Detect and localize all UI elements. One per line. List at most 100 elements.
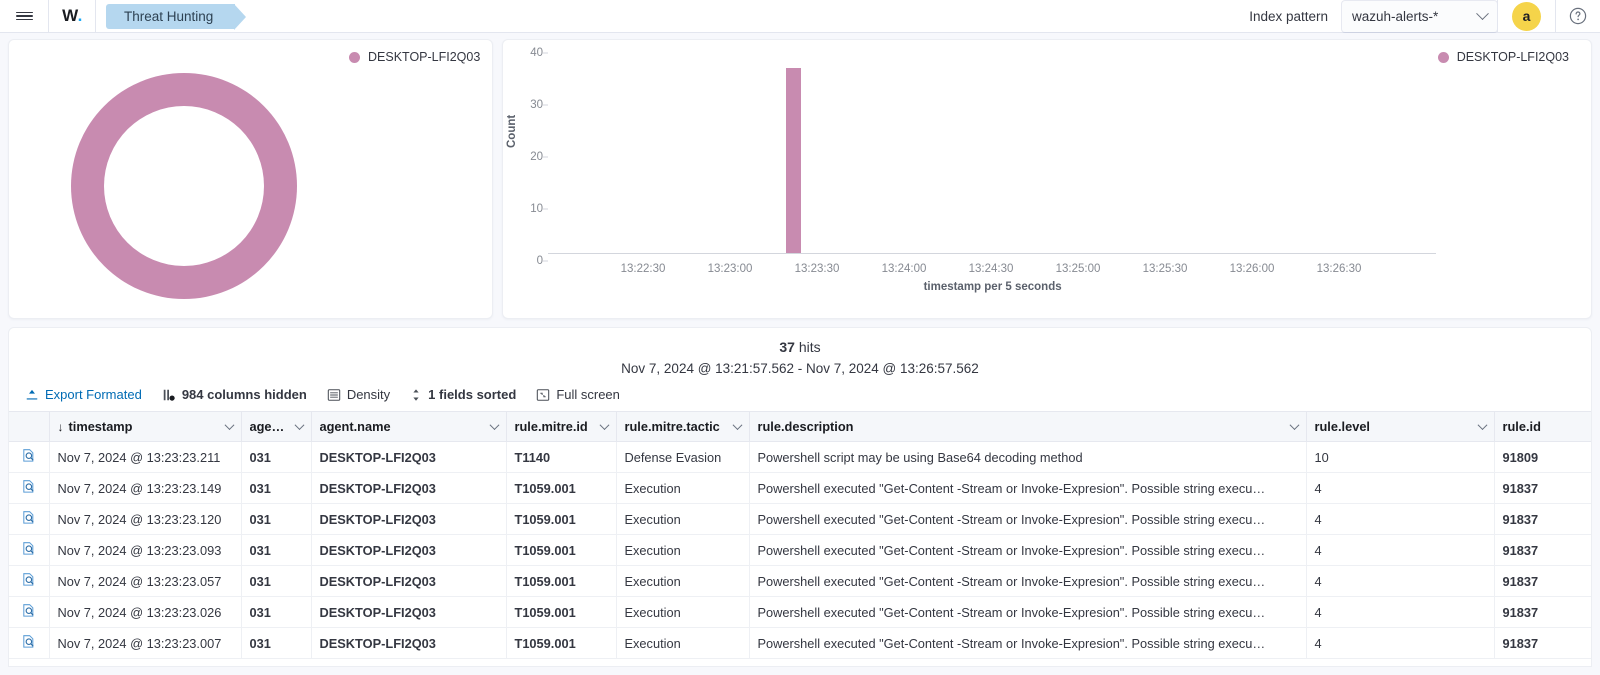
cell-agent-id[interactable]: 031 xyxy=(241,442,311,473)
inspect-document-icon[interactable] xyxy=(21,541,36,556)
cell-rule-mitre-tactic: Execution xyxy=(616,597,749,628)
cell-agent-name[interactable]: DESKTOP-LFI2Q03 xyxy=(311,504,506,535)
nav-right-group: Index pattern wazuh-alerts-* a xyxy=(1235,0,1600,32)
cell-timestamp: Nov 7, 2024 @ 13:23:23.120 xyxy=(49,504,241,535)
column-header-agent-id[interactable]: age… xyxy=(241,412,311,442)
columns-hidden-button[interactable]: 984 columns hidden xyxy=(162,387,307,402)
cell-rule-mitre-id[interactable]: T1059.001 xyxy=(506,535,616,566)
x-axis-title: timestamp per 5 seconds xyxy=(924,281,1062,293)
export-formated-button[interactable]: Export Formated xyxy=(25,387,142,402)
cell-rule-id[interactable]: 91837 xyxy=(1494,504,1592,535)
help-circle-icon[interactable] xyxy=(1556,0,1600,32)
cell-rule-mitre-id[interactable]: T1059.001 xyxy=(506,473,616,504)
cell-rule-mitre-id[interactable]: T1140 xyxy=(506,442,616,473)
cell-agent-id[interactable]: 031 xyxy=(241,597,311,628)
table-row[interactable]: Nov 7, 2024 @ 13:23:23.093031DESKTOP-LFI… xyxy=(9,535,1592,566)
full-screen-button[interactable]: Full screen xyxy=(536,387,620,402)
expand-row-cell[interactable] xyxy=(9,473,49,504)
cell-rule-mitre-id[interactable]: T1059.001 xyxy=(506,566,616,597)
index-pattern-value: wazuh-alerts-* xyxy=(1352,9,1438,24)
histogram-plot-area xyxy=(548,53,1436,254)
donut-chart[interactable] xyxy=(71,73,297,299)
expand-row-cell[interactable] xyxy=(9,628,49,659)
columns-hidden-label: 984 columns hidden xyxy=(182,387,307,402)
cell-agent-id[interactable]: 031 xyxy=(241,473,311,504)
histogram-bar[interactable] xyxy=(786,68,801,253)
chevron-down-icon[interactable] xyxy=(732,420,742,430)
index-pattern-select[interactable]: wazuh-alerts-* xyxy=(1342,1,1497,32)
cell-rule-mitre-id[interactable]: T1059.001 xyxy=(506,504,616,535)
grid-header-row: ↓ timestamp age… agent.name xyxy=(9,412,1592,442)
inspect-document-icon[interactable] xyxy=(21,634,36,649)
chevron-down-icon[interactable] xyxy=(599,420,609,430)
cell-agent-id[interactable]: 031 xyxy=(241,535,311,566)
expand-row-cell[interactable] xyxy=(9,504,49,535)
table-row[interactable]: Nov 7, 2024 @ 13:23:23.057031DESKTOP-LFI… xyxy=(9,566,1592,597)
cell-agent-id[interactable]: 031 xyxy=(241,504,311,535)
export-icon xyxy=(25,388,39,402)
cell-rule-level: 4 xyxy=(1306,473,1494,504)
inspect-document-icon[interactable] xyxy=(21,479,36,494)
hamburger-menu-icon[interactable] xyxy=(0,0,48,32)
table-row[interactable]: Nov 7, 2024 @ 13:23:23.120031DESKTOP-LFI… xyxy=(9,504,1592,535)
cell-agent-id[interactable]: 031 xyxy=(241,566,311,597)
chevron-down-icon[interactable] xyxy=(224,420,234,430)
table-row[interactable]: Nov 7, 2024 @ 13:23:23.211031DESKTOP-LFI… xyxy=(9,442,1592,473)
column-header-rule-id[interactable]: rule.id xyxy=(1494,412,1592,442)
x-tick-5: 13:25:00 xyxy=(1056,263,1101,275)
cell-agent-name[interactable]: DESKTOP-LFI2Q03 xyxy=(311,566,506,597)
expand-row-cell[interactable] xyxy=(9,442,49,473)
donut-slice-desktop[interactable] xyxy=(71,73,297,299)
cell-agent-name[interactable]: DESKTOP-LFI2Q03 xyxy=(311,473,506,504)
column-header-agent-name[interactable]: agent.name xyxy=(311,412,506,442)
cell-rule-id[interactable]: 91837 xyxy=(1494,473,1592,504)
table-row[interactable]: Nov 7, 2024 @ 13:23:23.007031DESKTOP-LFI… xyxy=(9,628,1592,659)
column-header-rule-level[interactable]: rule.level xyxy=(1306,412,1494,442)
cell-rule-id[interactable]: 91809 xyxy=(1494,442,1592,473)
cell-agent-id[interactable]: 031 xyxy=(241,628,311,659)
cell-rule-mitre-tactic: Execution xyxy=(616,504,749,535)
sort-descending-icon: ↓ xyxy=(58,420,64,434)
column-header-rule-mitre-id[interactable]: rule.mitre.id xyxy=(506,412,616,442)
chevron-down-icon[interactable] xyxy=(294,420,304,430)
inspect-document-icon[interactable] xyxy=(21,572,36,587)
avatar[interactable]: a xyxy=(1512,2,1541,31)
cell-agent-name[interactable]: DESKTOP-LFI2Q03 xyxy=(311,442,506,473)
cell-rule-id[interactable]: 91837 xyxy=(1494,566,1592,597)
cell-agent-name[interactable]: DESKTOP-LFI2Q03 xyxy=(311,628,506,659)
expand-row-cell[interactable] xyxy=(9,566,49,597)
inspect-document-icon[interactable] xyxy=(21,603,36,618)
table-row[interactable]: Nov 7, 2024 @ 13:23:23.026031DESKTOP-LFI… xyxy=(9,597,1592,628)
cell-rule-id[interactable]: 91837 xyxy=(1494,628,1592,659)
histogram-chart[interactable]: Count 40 30 20 10 0 13:22:30 13:23:00 13… xyxy=(503,40,1591,318)
cell-rule-id[interactable]: 91837 xyxy=(1494,535,1592,566)
column-header-timestamp[interactable]: ↓ timestamp xyxy=(49,412,241,442)
column-header-rule-mitre-tactic[interactable]: rule.mitre.tactic xyxy=(616,412,749,442)
expand-row-cell[interactable] xyxy=(9,535,49,566)
fields-sorted-button[interactable]: 1 fields sorted xyxy=(410,387,516,402)
expand-row-cell[interactable] xyxy=(9,597,49,628)
breadcrumb-threat-hunting[interactable]: Threat Hunting xyxy=(106,4,235,29)
column-header-rule-description[interactable]: rule.description xyxy=(749,412,1306,442)
wazuh-logo[interactable]: W. xyxy=(49,0,95,32)
y-tick-20: 20 xyxy=(509,151,543,163)
cell-rule-description: Powershell executed "Get-Content -Stream… xyxy=(749,504,1306,535)
chevron-down-icon[interactable] xyxy=(1477,420,1487,430)
donut-legend[interactable]: DESKTOP-LFI2Q03 xyxy=(349,50,480,64)
cell-agent-name[interactable]: DESKTOP-LFI2Q03 xyxy=(311,535,506,566)
cell-rule-mitre-tactic: Execution xyxy=(616,535,749,566)
visualization-row: DESKTOP-LFI2Q03 DESKTOP-LFI2Q03 Count 40… xyxy=(0,33,1600,319)
inspect-document-icon[interactable] xyxy=(21,448,36,463)
chevron-down-icon[interactable] xyxy=(1289,420,1299,430)
density-button[interactable]: Density xyxy=(327,387,390,402)
cell-agent-name[interactable]: DESKTOP-LFI2Q03 xyxy=(311,597,506,628)
cell-rule-mitre-id[interactable]: T1059.001 xyxy=(506,628,616,659)
x-tick-3: 13:24:00 xyxy=(882,263,927,275)
column-label: timestamp xyxy=(69,419,133,434)
chevron-down-icon[interactable] xyxy=(489,420,499,430)
cell-rule-id[interactable]: 91837 xyxy=(1494,597,1592,628)
inspect-document-icon[interactable] xyxy=(21,510,36,525)
cell-rule-mitre-id[interactable]: T1059.001 xyxy=(506,597,616,628)
table-row[interactable]: Nov 7, 2024 @ 13:23:23.149031DESKTOP-LFI… xyxy=(9,473,1592,504)
x-tick-4: 13:24:30 xyxy=(969,263,1014,275)
